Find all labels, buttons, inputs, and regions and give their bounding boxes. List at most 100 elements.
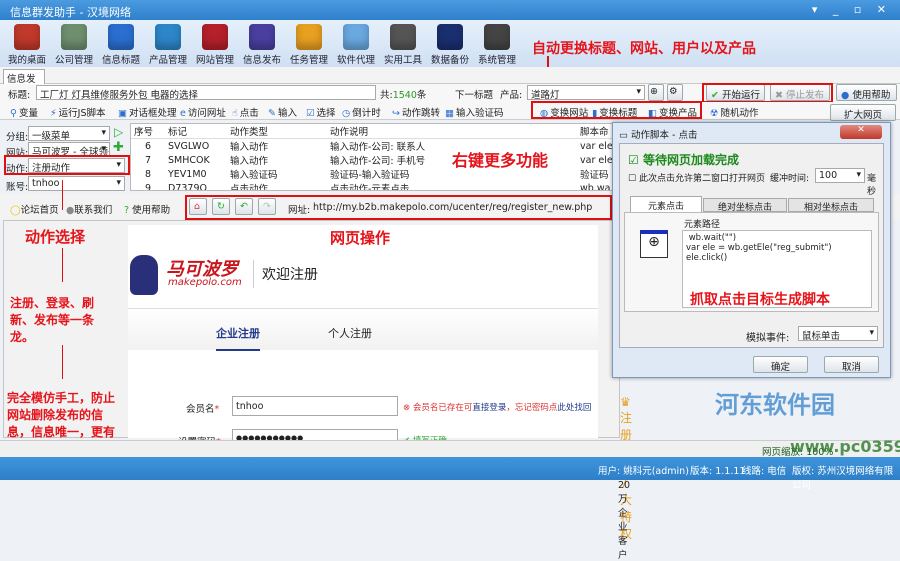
action-lightning[interactable]: ⚡ 运行JS脚本 [50,105,106,119]
window-controls[interactable]: ▾ _ ▫ ✕ [812,3,892,16]
settings-icon[interactable]: ⚙ [667,84,683,101]
column-header[interactable]: 脚本命 [577,124,617,139]
toolbar-document[interactable]: 公司管理 [51,24,97,66]
column-header[interactable]: 动作类型 [227,124,327,139]
toolbar-label: 实用工具 [383,55,422,66]
question-icon: ? [124,205,130,216]
toolbar-network[interactable]: 软件代理 [333,24,379,66]
action-captcha[interactable]: ▦ 输入验证码 [445,105,504,119]
toolbar-label: 公司管理 [54,55,93,66]
annotation-arrow [62,248,63,282]
watermark: 河东软件园 [715,391,835,419]
toolbar-home[interactable]: 我的桌面 [4,24,50,66]
cancel-button[interactable]: 取消 [824,356,879,373]
help-link[interactable]: ? 使用帮助 [124,202,170,216]
toolbar-label: 信息发布 [242,55,281,66]
table-row[interactable]: 9 D7379Q 点击动作 点击动作-元素点击 wb.wa [131,181,617,191]
column-header[interactable]: 动作说明 [327,124,577,139]
title-input[interactable]: 工厂灯 灯具维修服务外包 电器的选择 [36,85,376,100]
makepolo-logo [130,255,158,295]
column-header[interactable]: 序号 [131,124,165,139]
ok-button[interactable]: 确定 [753,356,808,373]
help-icon [437,24,463,50]
tab-personal-register[interactable]: 个人注册 [328,325,372,341]
wait-checkbox[interactable]: ☑ 等待网页加载完成 [628,151,739,168]
toolbar-info[interactable]: 信息标题 [98,24,144,66]
action-pencil[interactable]: ✎ 输入 [268,105,297,119]
toolbar-label: 信息标题 [101,55,140,66]
toolbar-label: 系统管理 [477,55,516,66]
add-icon[interactable]: ⊕ [648,84,664,101]
tab-bar: 信息发布 [0,67,900,99]
toolbar-gear[interactable]: 系统管理 [474,24,520,66]
logo-domain: makepolo.com [168,277,242,288]
contact-link[interactable]: ●联系我们 [66,202,112,216]
document-icon [61,24,87,50]
tab-info-publish[interactable]: 信息发布 [3,69,45,99]
tab-absolute-click[interactable]: 绝对坐标点击 [703,198,787,213]
close-button[interactable]: ✕ [840,125,882,139]
path-label: 元素路径 [684,220,721,230]
buffer-select[interactable]: 100 [815,168,865,183]
toolbar-label: 产品管理 [148,55,187,66]
tab-relative-click[interactable]: 相对坐标点击 [788,198,874,213]
action-dialog[interactable]: ▣ 对话框处理 [118,105,177,119]
annotation-box-web [185,195,612,220]
toolbar-label: 我的桌面 [7,55,46,66]
action-checkbox[interactable]: ☑ 选择 [306,105,336,119]
action-radiation[interactable]: ☢ 随机动作 [710,105,759,119]
play-icon[interactable]: ▷ [114,125,123,139]
status-line: 线路: 电信 [742,466,787,477]
total-count: 共:1540条 [380,90,427,101]
event-label: 模拟事件: [746,333,790,344]
action-toolbar: ⚲ 变量 ⚡ 运行JS脚本 ▣ 对话框处理 e 访问网址 ☝ 点击 ✎ 输入 ☑ 选择 ◷ 倒计时 ↪ 动作跳转 ▦… [0,102,900,120]
dialog-icon: ▣ [118,108,127,119]
toolbar-magic-wand[interactable]: 信息发布 [239,24,285,66]
tab-element-click[interactable]: 元素点击 [630,196,702,212]
buffer-label: 缓冲时间: [770,174,810,184]
network-icon [343,24,369,50]
next-title-link[interactable]: 下一标题 [455,87,493,101]
table-cell: D7379Q [168,182,207,191]
group-select[interactable]: 一级菜单 [28,126,110,141]
variable-icon: ⚲ [10,108,17,119]
crosshair-target-icon[interactable]: ⊕ [640,230,668,258]
action-pointer[interactable]: ☝ 点击 [232,105,259,119]
column-header[interactable]: 标记 [165,124,227,139]
action-clock[interactable]: ◷ 倒计时 [342,105,381,119]
annotation-capture: 抓取点击目标生成脚本 [690,292,830,308]
toolbar-cloud-drive[interactable]: 产品管理 [145,24,191,66]
table-header: 序号 标记 动作类型 动作说明 脚本命 [131,124,617,139]
second-window-checkbox[interactable]: ☐ 此次点击允许第二窗口打开网页 [628,171,765,184]
member-input[interactable]: tnhoo [232,396,398,416]
account-select[interactable]: tnhoo [28,176,125,191]
action-variable[interactable]: ⚲ 变量 [10,105,38,119]
toolbar-label: 软件代理 [336,55,375,66]
title-bar: 信息群发助手 - 汉境网络 [0,0,900,20]
table-cell: 输入动作 [230,142,269,153]
bar-chart-icon [296,24,322,50]
annotation-arrow [62,180,63,210]
table-cell: var ele [580,140,613,152]
login-link[interactable]: 直接登录 [472,403,506,413]
product-label: 产品: [500,90,523,101]
product-select[interactable]: 道路灯 [527,85,645,100]
toolbar-server[interactable]: 网站管理 [192,24,238,66]
forum-link[interactable]: ◯论坛首页 [10,202,59,216]
expand-page-button[interactable]: 扩大网页 [830,104,896,121]
magic-wand-icon [249,24,275,50]
status-user: 用户: 姚科元(admin) [598,466,689,477]
tab-company-register[interactable]: 企业注册 [216,325,260,351]
checkbox-icon: ☑ [306,108,315,119]
toolbar-help[interactable]: 数据备份 [427,24,473,66]
help-button[interactable]: ● 使用帮助 [836,84,897,101]
plus-icon[interactable]: ✚ [113,140,124,155]
buffer-unit: 毫秒 [867,174,877,197]
toolbar-keys[interactable]: 实用工具 [380,24,426,66]
recover-link[interactable]: 此处找回 [557,403,591,413]
toolbar-label: 网站管理 [195,55,234,66]
event-select[interactable]: 鼠标单击 [798,326,878,341]
toolbar-bar-chart[interactable]: 任务管理 [286,24,332,66]
action-jump[interactable]: ↪ 动作跳转 [392,105,440,119]
action-ie[interactable]: e 访问网址 [180,105,226,119]
